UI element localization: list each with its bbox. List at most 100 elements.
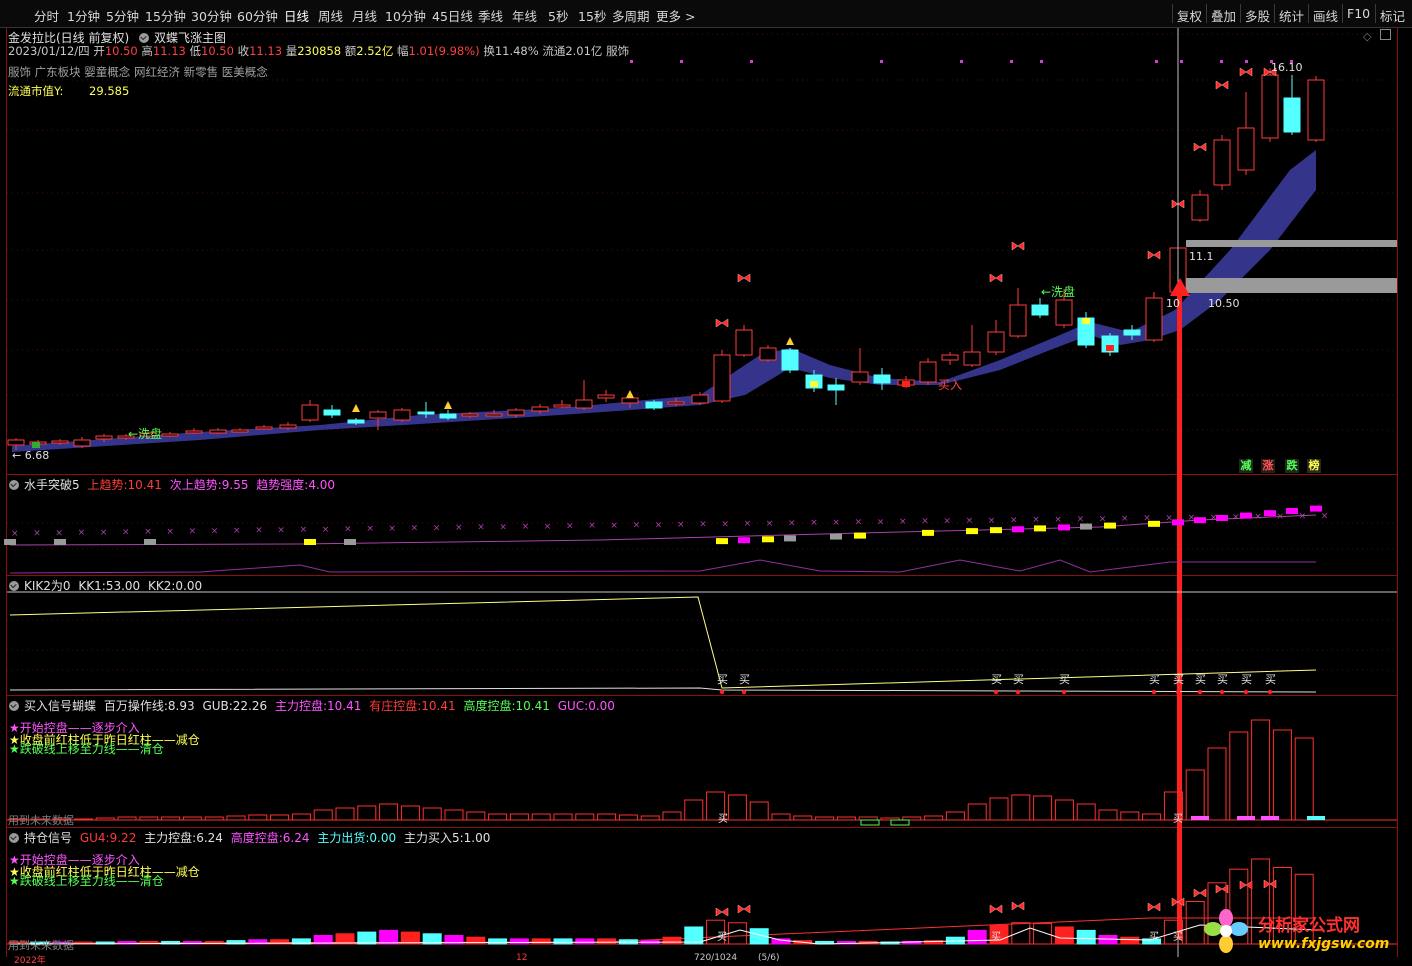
pane3-toggle-icon[interactable] bbox=[9, 701, 19, 711]
runner-icon bbox=[444, 401, 452, 409]
pane3-volume-bar bbox=[575, 813, 595, 821]
pane1-x-marker: × bbox=[810, 518, 818, 528]
pane3-volume-bar bbox=[727, 794, 747, 821]
pane2-signal-dot bbox=[1267, 689, 1273, 695]
pane2-toggle-icon[interactable] bbox=[9, 581, 19, 591]
pane2-buy-mark: 买 bbox=[1217, 673, 1228, 686]
butterfly-icon bbox=[1193, 888, 1207, 898]
pane1-signal-bar bbox=[990, 527, 1002, 534]
pane4-name[interactable]: 持仓信号 bbox=[24, 831, 72, 845]
pane1-x-marker: × bbox=[522, 522, 530, 532]
tag-rise[interactable]: 涨 bbox=[1261, 459, 1275, 473]
level-label-upper: 11.1 bbox=[1189, 250, 1214, 263]
pane3-name[interactable]: 买入信号蝴蝶 bbox=[24, 699, 96, 713]
pane3-volume-bar bbox=[662, 811, 682, 821]
maximize-icon[interactable] bbox=[1380, 29, 1391, 40]
pane3-item-value: 10.41 bbox=[327, 699, 362, 713]
candle-body bbox=[417, 411, 435, 415]
pane2-kk1-line bbox=[9, 596, 1317, 689]
pane1-x-marker: × bbox=[144, 527, 152, 537]
pane2-signal-dot bbox=[1197, 689, 1203, 695]
pane4-item-value: 6.24 bbox=[196, 831, 223, 845]
turnover-value: 11.48% bbox=[494, 44, 539, 58]
pane1-signal-bar bbox=[304, 539, 316, 545]
signal-dot bbox=[680, 60, 683, 63]
candle-body bbox=[255, 426, 273, 430]
pane2-header: KIK2为0 KK1:53.00 KK2:0.00 bbox=[9, 577, 202, 594]
pane2-name[interactable]: KIK2为0 bbox=[24, 579, 71, 593]
signal-dot bbox=[960, 60, 963, 63]
pane2-buy-mark: 买 bbox=[1013, 673, 1024, 686]
pane4-position-bar bbox=[379, 929, 399, 945]
signal-dot bbox=[1245, 60, 1248, 63]
tag-rank[interactable]: 榜 bbox=[1307, 459, 1321, 473]
amount-value: 2.52亿 bbox=[356, 44, 394, 58]
candle-body bbox=[1283, 97, 1301, 133]
tag-reduce[interactable]: 减 bbox=[1239, 459, 1253, 473]
candle-body bbox=[95, 435, 113, 440]
pane4-buy-mark: 买 bbox=[717, 931, 727, 943]
pane3-item-label: 高度控盘: bbox=[463, 699, 516, 713]
pane1-signal-bar bbox=[1240, 512, 1252, 519]
price-low-label: ← 6.68 bbox=[12, 449, 50, 462]
pane2-signal-dot bbox=[719, 689, 725, 695]
pane3-volume-bar bbox=[1054, 799, 1074, 821]
pane3-volume-bar bbox=[1229, 731, 1249, 821]
pane4-toggle-icon[interactable] bbox=[9, 833, 19, 843]
indicator-toggle-icon[interactable] bbox=[139, 33, 150, 43]
axis-pages-label: (5/6) bbox=[758, 953, 780, 963]
pane1-x-marker: × bbox=[788, 519, 796, 529]
pane1-x-marker: × bbox=[366, 524, 374, 534]
pane4-item-label: 主力出货: bbox=[317, 831, 370, 845]
pane4-item-label: 主力控盘: bbox=[144, 831, 197, 845]
pane4-position-bar bbox=[531, 938, 551, 945]
pane1-toggle-icon[interactable] bbox=[9, 480, 19, 490]
candle-body bbox=[1055, 299, 1073, 326]
tag-fall[interactable]: 跌 bbox=[1285, 459, 1299, 473]
pane2-signal-dot bbox=[741, 689, 747, 695]
pane3-volume-bar bbox=[1076, 803, 1096, 821]
pane1-name[interactable]: 水手突破5 bbox=[24, 478, 80, 492]
pane3-volume-bar bbox=[204, 816, 224, 821]
pane1-signal-bar bbox=[344, 539, 356, 545]
concept-tags[interactable]: 服饰 广东板块 婴童概念 网红经济 新零售 医美概念 bbox=[8, 64, 268, 80]
pane3-volume-bar bbox=[1142, 813, 1162, 821]
pane2-item-value: 0.00 bbox=[175, 579, 203, 593]
pane1-x-marker: × bbox=[1077, 515, 1085, 525]
pane1-signal-bar bbox=[1264, 510, 1276, 517]
candle-body bbox=[301, 404, 319, 421]
candle-body bbox=[827, 384, 845, 391]
candle-body bbox=[323, 409, 341, 416]
pane4-position-bar bbox=[357, 931, 377, 945]
pane3-volume-bar bbox=[444, 809, 464, 821]
pane3-volume-bar bbox=[1251, 719, 1271, 821]
pane3-volume-bar bbox=[182, 816, 202, 821]
pane1-x-marker: × bbox=[411, 524, 419, 534]
pane3-volume-bar bbox=[488, 813, 508, 821]
pane3-item-value: 10.41 bbox=[421, 699, 456, 713]
pane4-position-bar bbox=[509, 938, 529, 945]
butterfly-icon bbox=[715, 318, 729, 328]
volume-label: 量 bbox=[285, 44, 298, 58]
pane3-volume-bar bbox=[1033, 795, 1053, 821]
candle-body bbox=[1009, 304, 1027, 337]
axis-range-label: 720/1024 bbox=[694, 953, 738, 963]
pane1-signal-bar bbox=[784, 535, 796, 542]
pane2-buy-mark: 买 bbox=[1059, 673, 1070, 686]
candle-body bbox=[51, 440, 69, 444]
candle-body bbox=[531, 406, 549, 412]
candle-body bbox=[209, 429, 227, 434]
buy-label: 买入 bbox=[938, 378, 963, 392]
pane1-x-marker: × bbox=[477, 523, 485, 533]
pane1-x-marker: × bbox=[55, 528, 63, 538]
pane4-position-bar bbox=[967, 929, 987, 945]
pane4-buy-mark: 买 bbox=[1149, 931, 1159, 943]
pane2-signal-dot bbox=[1219, 689, 1225, 695]
diamond-icon[interactable]: ◇ bbox=[1363, 30, 1371, 43]
candle-body bbox=[1145, 297, 1163, 341]
close-value: 11.13 bbox=[249, 44, 283, 58]
runner-icon bbox=[626, 390, 634, 398]
candle-marker bbox=[32, 442, 40, 448]
candle-body bbox=[941, 354, 959, 361]
pane4-item-label: GU4: bbox=[79, 831, 110, 845]
